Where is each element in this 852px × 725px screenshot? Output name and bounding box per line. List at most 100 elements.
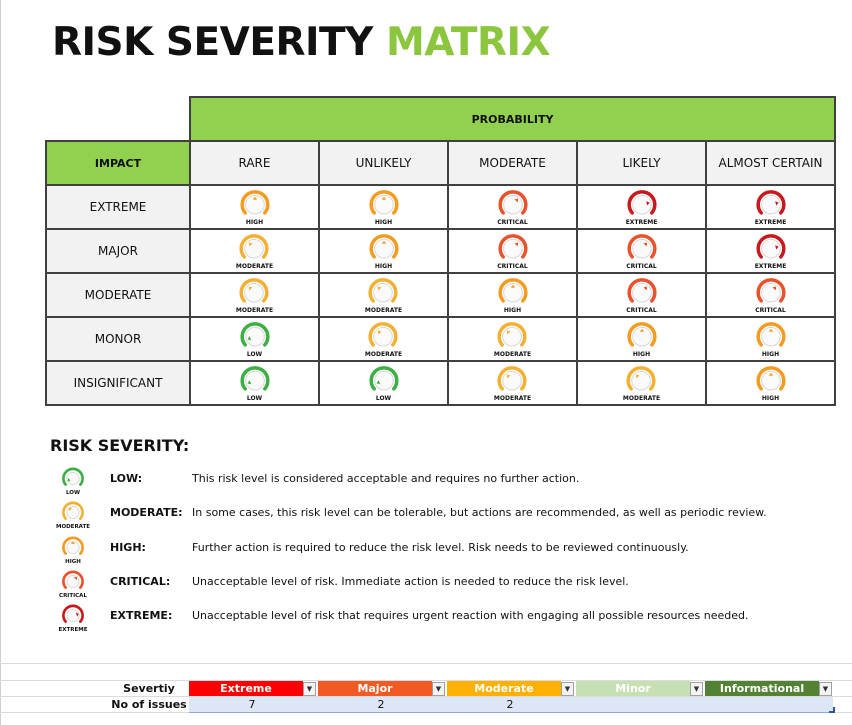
severity-filter-major: Major (318, 681, 432, 696)
legend-description: Unacceptable level of risk. Immediate ac… (192, 575, 629, 588)
gauge-icon: EXTREME (50, 603, 96, 633)
row-header-extreme: EXTREME (45, 184, 191, 230)
col-header-rare: RARE (189, 140, 320, 186)
gauge-label: MODERATE (493, 395, 532, 402)
matrix-corner (46, 97, 190, 141)
gauge-icon: LOW (50, 466, 96, 496)
matrix-cell: CRITICAL (576, 272, 707, 318)
gauge-label: MODERATE (622, 395, 661, 402)
legend-description: Unacceptable level of risk that requires… (192, 609, 749, 622)
gauge-label: EXTREME (754, 219, 787, 226)
legend-name: MODERATE: (110, 506, 183, 519)
issues-row-label: No of issues (111, 698, 187, 711)
gauge-icon: MODERATE (236, 232, 273, 270)
filter-dropdown-button[interactable]: ▼ (819, 682, 832, 696)
gauge-icon: HIGH (755, 364, 787, 402)
matrix-cell: MODERATE (189, 272, 320, 318)
matrix-cell: HIGH (705, 316, 836, 362)
row-header-insignificant: INSIGNIFICANT (45, 360, 191, 406)
title-part-1: RISK SEVERITY (52, 20, 373, 65)
risk-matrix: PROBABILITY IMPACT RARE UNLIKELY MODERAT… (45, 96, 836, 406)
gauge-label: MODERATE (235, 263, 274, 270)
matrix-cell: MODERATE (447, 316, 578, 362)
gauge-icon: MODERATE (494, 364, 531, 402)
matrix-cell: EXTREME (705, 184, 836, 230)
gauge-icon: MODERATE (365, 320, 402, 358)
gauge-label: CRITICAL (626, 263, 657, 270)
filter-dropdown-button[interactable]: ▼ (432, 682, 445, 696)
matrix-cell: HIGH (576, 316, 707, 362)
gauge-label: HIGH (374, 219, 393, 226)
col-header-almost-certain: ALMOST CERTAIN (705, 140, 836, 186)
gauge-icon: HIGH (239, 188, 271, 226)
gauge-label: HIGH (374, 263, 393, 270)
matrix-cell: EXTREME (705, 228, 836, 274)
legend-item-low: LOW LOW: This risk level is considered a… (50, 466, 830, 500)
gauge-label: LOW (375, 395, 392, 402)
matrix-cell: HIGH (318, 228, 449, 274)
gauge-icon: CRITICAL (50, 569, 96, 599)
legend-item-high: HIGH HIGH: Further action is required to… (50, 535, 830, 569)
gauge-icon: LOW (239, 320, 271, 358)
matrix-row: MONOR LOW MODERATE MODERATE HIGH HIGH (45, 316, 836, 362)
matrix-cell: MODERATE (447, 360, 578, 406)
gauge-label: CRITICAL (497, 263, 528, 270)
gauge-icon: CRITICAL (497, 232, 529, 270)
gauge-label: EXTREME (754, 263, 787, 270)
legend-icon-label: HIGH (65, 559, 81, 565)
page-title: RISK SEVERITY MATRIX (52, 20, 551, 65)
severity-filter-extreme: Extreme (189, 681, 303, 696)
matrix-cell: HIGH (447, 272, 578, 318)
filter-dropdown-button[interactable]: ▼ (303, 682, 316, 696)
gauge-icon: HIGH (50, 535, 96, 565)
matrix-cell: CRITICAL (576, 228, 707, 274)
col-header-unlikely: UNLIKELY (318, 140, 449, 186)
gauge-label: HIGH (632, 351, 651, 358)
legend-item-extreme: EXTREME EXTREME: Unacceptable level of r… (50, 603, 830, 637)
legend-description: This risk level is considered acceptable… (192, 472, 580, 485)
matrix-cell: CRITICAL (447, 184, 578, 230)
gauge-label: EXTREME (625, 219, 658, 226)
issue-count-minor (576, 697, 702, 712)
matrix-cell: HIGH (705, 360, 836, 406)
gauge-label: LOW (246, 351, 263, 358)
gauge-icon: LOW (239, 364, 271, 402)
issue-count-moderate: 2 (506, 698, 514, 711)
severity-filter-informational: Informational (705, 681, 819, 696)
gauge-icon: LOW (368, 364, 400, 402)
gauge-label: HIGH (761, 395, 780, 402)
gauge-icon: HIGH (368, 232, 400, 270)
matrix-cell: LOW (189, 360, 320, 406)
gauge-label: CRITICAL (755, 307, 786, 314)
gauge-label: HIGH (245, 219, 264, 226)
matrix-row: MAJOR MODERATE HIGH CRITICAL CRITICAL EX… (45, 228, 836, 274)
legend-description: Further action is required to reduce the… (192, 541, 689, 554)
matrix-row: INSIGNIFICANT LOW LOW MODERATE MODERATE … (45, 360, 836, 406)
gauge-icon: EXTREME (626, 188, 658, 226)
impact-header: IMPACT (45, 140, 191, 186)
filter-dropdown-button[interactable]: ▼ (690, 682, 703, 696)
legend-icon-label: CRITICAL (59, 593, 87, 599)
matrix-cell: HIGH (318, 184, 449, 230)
matrix-cell: MODERATE (318, 272, 449, 318)
severity-filter-moderate: Moderate (447, 681, 561, 696)
matrix-cell: HIGH (189, 184, 320, 230)
gauge-icon: MODERATE (623, 364, 660, 402)
table-resize-handle[interactable] (829, 707, 835, 713)
gauge-icon: EXTREME (755, 188, 787, 226)
gauge-icon: EXTREME (755, 232, 787, 270)
gauge-label: HIGH (761, 351, 780, 358)
gauge-icon: MODERATE (494, 320, 531, 358)
matrix-cell: MODERATE (318, 316, 449, 362)
row-header-major: MAJOR (45, 228, 191, 274)
gauge-icon: MODERATE (365, 276, 402, 314)
gauge-icon: HIGH (368, 188, 400, 226)
matrix-cell: LOW (189, 316, 320, 362)
gauge-icon: CRITICAL (626, 276, 658, 314)
matrix-cell: CRITICAL (705, 272, 836, 318)
issue-count-extreme: 7 (248, 698, 256, 711)
legend-name: HIGH: (110, 541, 146, 554)
filter-dropdown-button[interactable]: ▼ (561, 682, 574, 696)
matrix-row: EXTREME HIGH HIGH CRITICAL EXTREME EXTRE… (45, 184, 836, 230)
legend-icon-label: LOW (65, 490, 81, 496)
